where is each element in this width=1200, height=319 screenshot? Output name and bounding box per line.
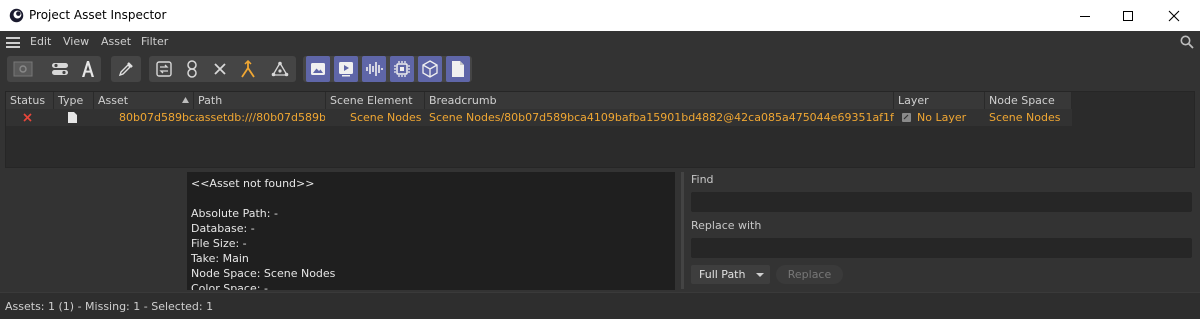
close-icon — [1168, 10, 1180, 21]
asset-table: Status Type Asset Path Scene Element Bre… — [5, 91, 1195, 168]
maximize-icon — [1123, 10, 1133, 21]
node-space-cell: Scene Nodes — [989, 111, 1061, 124]
status-text: Assets: 1 (1) - Missing: 1 - Selected: 1 — [5, 300, 214, 313]
column-header-breadcrumb[interactable]: Breadcrumb — [425, 92, 894, 109]
movie-filter-icon — [339, 62, 353, 77]
document-icon — [68, 112, 77, 123]
layer-cell: No Layer — [894, 109, 985, 126]
info-line: Take: Main — [191, 252, 249, 265]
table-header: Status Type Asset Path Scene Element Bre… — [6, 92, 1072, 109]
delete-x-icon — [214, 63, 226, 75]
relink-button[interactable] — [152, 56, 176, 82]
close-button[interactable] — [1151, 0, 1197, 31]
column-header-path[interactable]: Path — [194, 92, 326, 109]
info-line: Database: - — [191, 222, 255, 235]
info-line: File Size: - — [191, 237, 247, 250]
scene-element-cell: Scene Nodes — [350, 111, 422, 124]
menu-edit[interactable]: Edit — [30, 35, 51, 48]
filter-audio-button[interactable] — [362, 56, 386, 82]
title-bar: Project Asset Inspector — [0, 0, 1200, 31]
table-row[interactable]: 80b07d589bca4109bafba15901bd4882 assetdb… — [6, 109, 1072, 126]
folder-icon — [13, 61, 33, 77]
column-header-asset-label: Asset — [98, 94, 129, 107]
menu-asset[interactable]: Asset — [101, 35, 131, 48]
path-mode-dropdown[interactable]: Full Path — [691, 265, 770, 284]
minimize-icon — [1080, 15, 1090, 17]
info-line: Node Space: Scene Nodes — [191, 267, 336, 280]
audio-filter-icon — [366, 62, 383, 76]
relink-icon — [156, 61, 172, 77]
nodes-button[interactable] — [268, 56, 292, 82]
breadcrumb-cell: Scene Nodes/80b07d589bca4109bafba15901bd… — [429, 111, 894, 124]
maximize-button[interactable] — [1105, 0, 1151, 31]
path-cell: assetdb:///80b07d589bca4109bafba15901bd4… — [198, 111, 325, 124]
eyedropper-button[interactable] — [114, 56, 138, 82]
filter-documents-button[interactable] — [446, 56, 470, 82]
eyedropper-icon — [118, 62, 133, 77]
filter-images-button[interactable] — [306, 56, 330, 82]
layer-icon — [902, 113, 911, 122]
status-cell — [6, 109, 54, 126]
path-mode-value: Full Path — [699, 268, 746, 281]
chip-filter-icon — [394, 61, 410, 77]
menu-bar: Edit View Asset Filter — [0, 31, 1200, 53]
document-filter-icon — [452, 61, 464, 77]
toggle-button[interactable] — [48, 56, 72, 82]
replace-button[interactable]: Replace — [776, 265, 843, 284]
missing-x-icon — [23, 113, 32, 122]
info-line — [191, 191, 671, 206]
chevron-down-icon — [756, 273, 764, 277]
link-button[interactable] — [180, 56, 204, 82]
column-header-type[interactable]: Type — [54, 92, 94, 109]
find-input[interactable] — [691, 192, 1192, 212]
info-line: Absolute Path: - — [191, 207, 278, 220]
branch-button[interactable] — [236, 56, 260, 82]
toggle-icon — [52, 63, 68, 75]
filter-movies-button[interactable] — [334, 56, 358, 82]
asset-info-panel: <<Asset not found>> Absolute Path: - Dat… — [187, 172, 675, 290]
type-cell — [54, 109, 94, 126]
info-line: <<Asset not found>> — [191, 177, 315, 190]
link-icon — [187, 60, 197, 78]
column-header-scene-element[interactable]: Scene Element — [326, 92, 425, 109]
text-button[interactable] — [76, 56, 100, 82]
hamburger-menu-icon[interactable] — [6, 37, 20, 48]
search-icon[interactable] — [1180, 35, 1194, 49]
column-header-layer[interactable]: Layer — [894, 92, 985, 109]
window-title: Project Asset Inspector — [29, 8, 167, 22]
minimize-button[interactable] — [1062, 0, 1108, 31]
filter-3d-button[interactable] — [418, 56, 442, 82]
delete-button[interactable] — [208, 56, 232, 82]
menu-filter[interactable]: Filter — [141, 35, 168, 48]
find-label: Find — [691, 173, 714, 186]
pane-splitter[interactable] — [681, 172, 684, 289]
folder-button[interactable] — [10, 56, 36, 82]
cube-filter-icon — [422, 60, 438, 78]
replace-input[interactable] — [691, 238, 1192, 258]
column-header-status[interactable]: Status — [6, 92, 54, 109]
sort-ascending-icon — [182, 97, 189, 103]
menu-view[interactable]: View — [63, 35, 89, 48]
column-header-asset[interactable]: Asset — [94, 92, 194, 109]
nodes-icon — [271, 61, 289, 77]
status-bar: Assets: 1 (1) - Missing: 1 - Selected: 1 — [0, 292, 1200, 319]
image-filter-icon — [311, 63, 325, 75]
layer-label: No Layer — [917, 111, 967, 124]
replace-label: Replace with — [691, 219, 762, 232]
filter-chip-button[interactable] — [390, 56, 414, 82]
toolbar — [0, 53, 1200, 88]
branch-icon — [241, 60, 255, 78]
info-line: Color Space: - — [191, 282, 268, 290]
cinema4d-logo-icon — [9, 8, 24, 23]
column-header-node-space[interactable]: Node Space — [985, 92, 1072, 109]
asset-cell: 80b07d589bca4109bafba15901bd4882 — [119, 111, 198, 124]
text-a-icon — [82, 61, 94, 77]
